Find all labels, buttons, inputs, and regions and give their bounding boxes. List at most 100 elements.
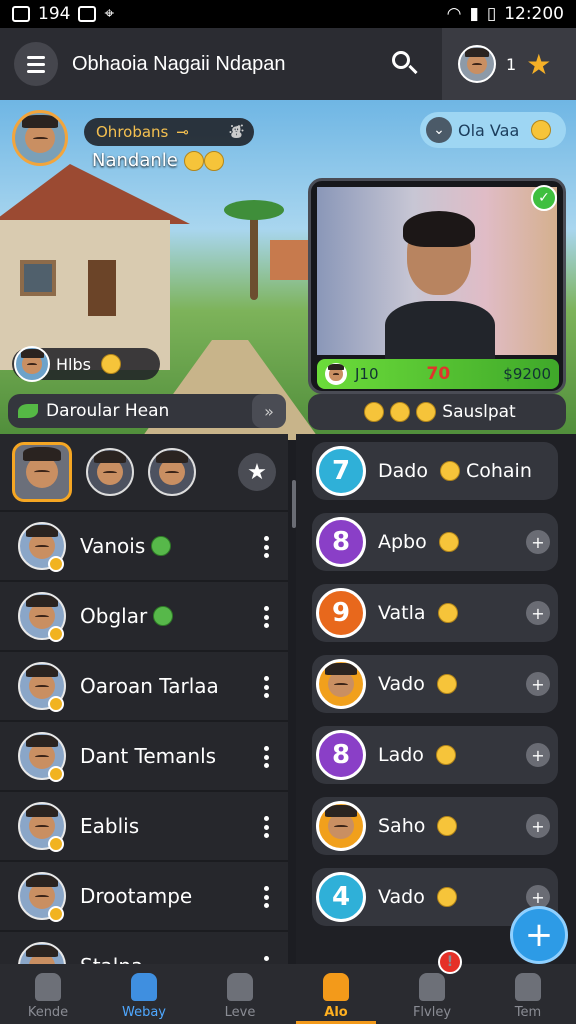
more-options-icon[interactable] <box>264 956 270 964</box>
profile-chip[interactable]: 1 ★ <box>442 28 576 100</box>
section-header-right[interactable]: Sauslpat <box>308 394 566 430</box>
plus-icon[interactable]: + <box>526 814 550 838</box>
list-item-name: Drootampe <box>80 884 193 908</box>
emoji-icon <box>416 402 437 422</box>
list-item[interactable]: Eablis <box>0 790 288 860</box>
house-icon <box>323 973 349 1001</box>
notification-icon <box>12 6 30 22</box>
plus-icon[interactable]: + <box>526 530 550 554</box>
hibs-pill[interactable]: Hlbs <box>12 346 160 382</box>
chevron-down-icon[interactable]: ⌄ <box>426 117 452 143</box>
hibs-label: Hlbs <box>56 354 91 374</box>
room-name: Vatla <box>378 602 426 624</box>
call-left-value: J10 <box>355 365 379 383</box>
favorite-button[interactable]: ★ <box>238 453 276 491</box>
emoji-icon <box>436 887 457 907</box>
key-icon: ⊸ <box>176 123 189 141</box>
room-extra: Cohain <box>465 460 532 482</box>
friends-panel: ★ Vanois Obglar Oaroan Tarlaa Dant Temanls E… <box>0 434 288 964</box>
call-cash-value: $9200 <box>503 365 551 383</box>
nav-item-kende[interactable]: Kende <box>0 964 96 1024</box>
plus-icon: + <box>524 915 554 955</box>
screen-icon <box>78 6 97 22</box>
chat-bubble[interactable]: ⌄ Ola Vaa <box>420 112 566 148</box>
more-options-icon[interactable] <box>264 816 270 838</box>
plus-icon[interactable]: + <box>526 601 550 625</box>
list-item[interactable]: Stalna <box>0 930 288 964</box>
emoji-icon <box>183 151 204 171</box>
shirt-icon <box>131 973 157 1001</box>
wifi-icon: ◠ <box>446 4 462 24</box>
plus-icon[interactable]: + <box>526 743 550 767</box>
list-item[interactable]: Vanois <box>0 510 288 580</box>
top-bar: Obhaoia Nagaii Ndapan 1 ★ <box>0 28 576 100</box>
list-item[interactable]: Drootampe <box>0 860 288 930</box>
nav-item-leve[interactable]: Leve <box>192 964 288 1024</box>
emoji-icon <box>390 402 411 422</box>
nav-label: Webay <box>121 1005 166 1020</box>
more-options-icon[interactable] <box>264 536 270 558</box>
room-name: Vado <box>378 886 425 908</box>
room-number-badge: 8 <box>316 730 366 780</box>
avatar <box>458 45 496 83</box>
player-subtitle: Nandanle <box>92 150 224 171</box>
list-item-name: Vanois <box>80 534 146 558</box>
emoji-icon <box>438 532 459 552</box>
room-row[interactable]: Vado + <box>312 655 558 713</box>
nav-label: Tem <box>514 1005 542 1020</box>
search-button[interactable] <box>390 49 420 79</box>
status-time: 12:200 <box>504 4 564 24</box>
emoji-icon <box>203 151 224 171</box>
home-icon <box>35 973 61 1001</box>
plus-icon[interactable]: + <box>526 672 550 696</box>
house-illustration <box>0 164 200 370</box>
room-row[interactable]: Saho + <box>312 797 558 855</box>
video-call-window[interactable]: ✓ J10 70 $9200 <box>308 178 566 394</box>
profile-icon <box>515 973 541 1001</box>
room-row[interactable]: 8 Apbo + <box>312 513 558 571</box>
list-item[interactable]: Obglar <box>0 580 288 650</box>
caller-mini-avatar <box>325 363 347 385</box>
add-button[interactable]: + <box>510 906 568 964</box>
room-row[interactable]: 9 Vatla + <box>312 584 558 642</box>
game-scene[interactable]: Ohrobans ⊸ ⛇ Nandanle ⌄ Ola Vaa ✓ J10 70… <box>0 100 576 440</box>
nav-item-webay[interactable]: Webay <box>96 964 192 1024</box>
rooms-panel: 7 Dado Cohain 8 Apbo +9 Vatla + Vado +8 Lado + Saho +… <box>296 434 576 964</box>
alert-badge: ! <box>438 950 462 974</box>
friend-avatar[interactable] <box>86 448 134 496</box>
menu-button[interactable] <box>14 42 58 86</box>
room-row[interactable]: 8 Lado + <box>312 726 558 784</box>
signal-icon: ▮ <box>469 4 479 24</box>
room-number-badge: 9 <box>316 588 366 638</box>
section-right-label: Sauslpat <box>442 402 516 422</box>
chat-text: Ola Vaa <box>458 120 520 140</box>
level-count: 1 <box>506 54 517 74</box>
player-subtitle-text: Nandanle <box>92 150 178 171</box>
list-item[interactable]: Dant Temanls <box>0 720 288 790</box>
more-options-icon[interactable] <box>264 606 270 628</box>
emoji-icon <box>435 745 456 765</box>
selected-friend-avatar[interactable] <box>12 442 72 502</box>
more-options-icon[interactable] <box>264 746 270 768</box>
nav-item-flvley[interactable]: Flvley! <box>384 950 480 1024</box>
list-item[interactable]: Oaroan Tarlaa <box>0 650 288 720</box>
section-header-left[interactable]: Daroular Hean » <box>8 394 286 428</box>
nav-item-alo[interactable]: Alo <box>288 964 384 1024</box>
player-card[interactable]: Ohrobans ⊸ ⛇ Nandanle <box>12 108 254 171</box>
list-item-name: Oaroan Tarlaa <box>80 674 219 698</box>
room-avatar <box>316 659 366 709</box>
room-number-badge: 8 <box>316 517 366 567</box>
star-icon: ★ <box>247 459 267 485</box>
more-options-icon[interactable] <box>264 676 270 698</box>
more-options-icon[interactable] <box>264 886 270 908</box>
nav-label: Flvley <box>412 1005 452 1020</box>
shuffle-icon[interactable]: » <box>252 394 286 428</box>
room-number-badge: 4 <box>316 872 366 922</box>
video-feed <box>317 187 557 361</box>
battery-icon: ▯ <box>486 4 497 24</box>
friend-avatars-row: ★ <box>0 434 288 510</box>
friend-avatar[interactable] <box>148 448 196 496</box>
nav-item-tem[interactable]: Tem <box>480 964 576 1024</box>
room-row[interactable]: 7 Dado Cohain <box>312 442 558 500</box>
coin-badge-icon <box>48 556 64 572</box>
